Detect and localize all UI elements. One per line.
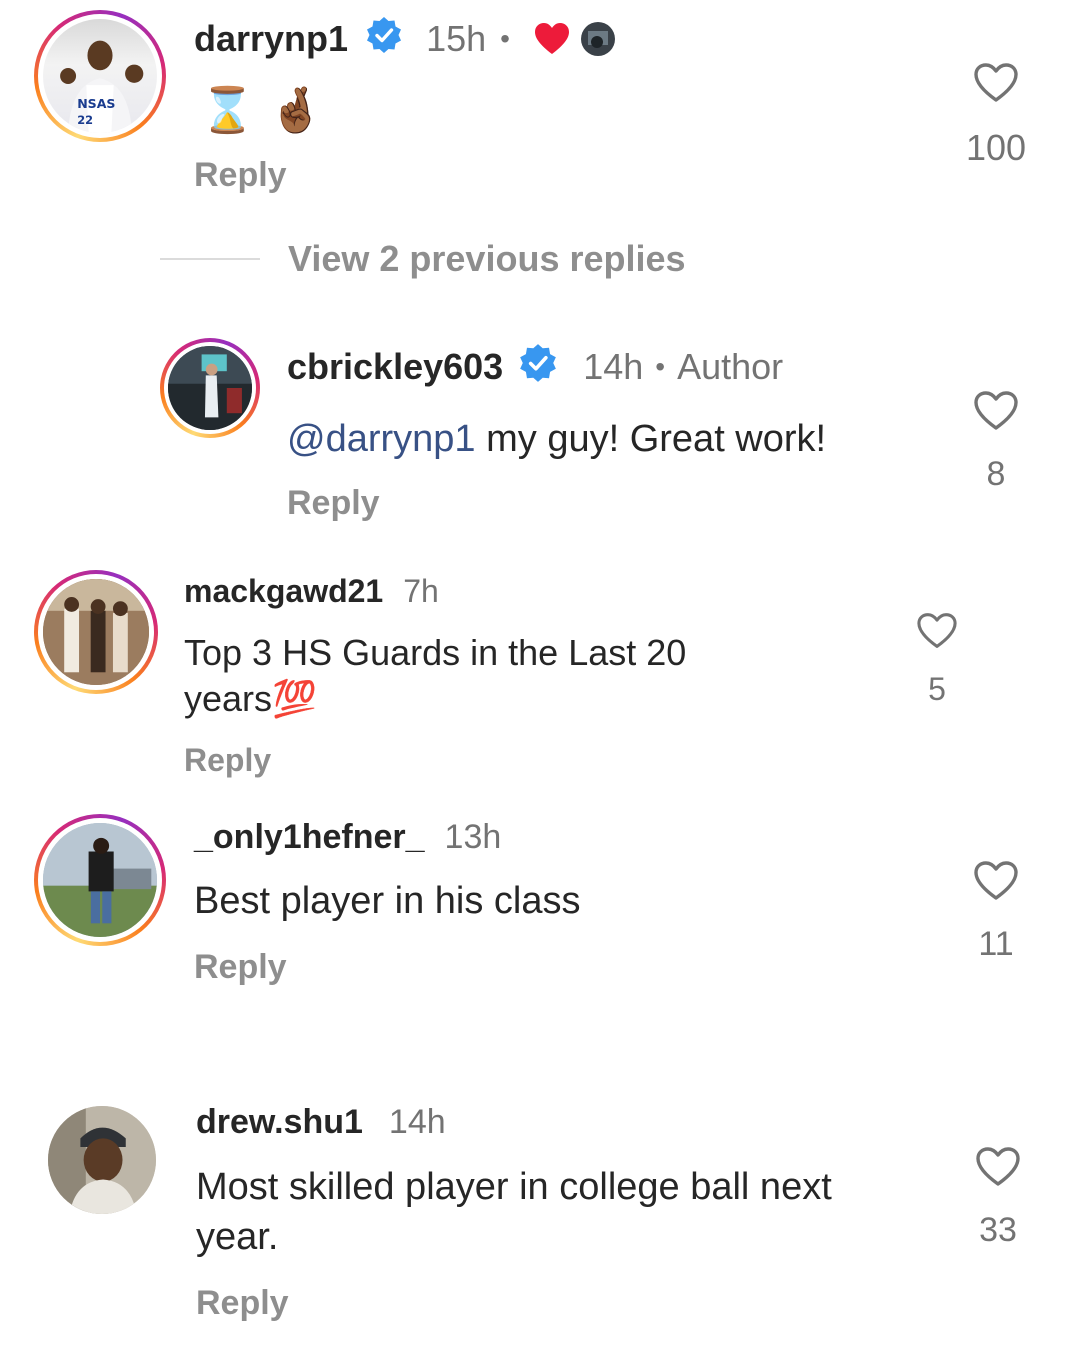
timestamp: 14h xyxy=(388,1102,446,1141)
like-button[interactable]: 33 xyxy=(962,1146,1034,1250)
like-button[interactable]: 8 xyxy=(960,390,1032,494)
comment-text: Best player in his class xyxy=(194,880,581,922)
separator-dot: • xyxy=(500,23,510,54)
username[interactable]: mackgawd21 xyxy=(184,573,383,610)
timestamp: 15h xyxy=(426,18,487,59)
like-count: 8 xyxy=(986,455,1006,493)
avatar-story-ring[interactable] xyxy=(160,338,260,438)
comment-line-2: years💯 xyxy=(184,678,317,719)
username[interactable]: darrynp1 xyxy=(194,18,348,60)
like-button[interactable]: 5 xyxy=(904,612,970,708)
verified-badge-icon xyxy=(364,15,404,64)
heart-outline-icon[interactable] xyxy=(916,612,958,655)
svg-text:NSAS: NSAS xyxy=(77,96,115,111)
timestamp: 7h xyxy=(403,572,439,609)
like-count: 100 xyxy=(965,127,1027,168)
reply-button[interactable]: Reply xyxy=(194,156,287,195)
avatar-story-ring[interactable] xyxy=(34,570,158,694)
like-count: 33 xyxy=(979,1211,1017,1249)
verified-badge-icon xyxy=(517,342,559,393)
username[interactable]: drew.shu1 xyxy=(196,1103,363,1142)
author-badge: Author xyxy=(677,346,784,387)
comment-line-1: Most skilled player in college ball next xyxy=(196,1166,832,1208)
avatar xyxy=(43,579,149,685)
reply-button[interactable]: Reply xyxy=(287,484,380,523)
avatar-story-ring[interactable]: NSAS 22 xyxy=(34,10,166,142)
comment-line-1: Top 3 HS Guards in the Last 20 xyxy=(184,632,687,673)
heart-outline-icon[interactable] xyxy=(973,62,1019,109)
avatar[interactable] xyxy=(48,1106,156,1214)
like-count: 11 xyxy=(978,925,1014,963)
reply-button[interactable]: Reply xyxy=(194,948,287,987)
like-button[interactable]: 11 xyxy=(960,860,1032,964)
username[interactable]: _only1hefner_ xyxy=(194,818,425,857)
mention-link[interactable]: @darrynp1 xyxy=(287,418,476,460)
divider-line xyxy=(160,258,260,260)
heart-outline-icon[interactable] xyxy=(973,390,1019,437)
reply-button[interactable]: Reply xyxy=(184,742,271,779)
view-previous-replies[interactable]: View 2 previous replies xyxy=(160,238,686,280)
like-button[interactable]: 100 xyxy=(960,62,1032,169)
timestamp: 13h xyxy=(444,817,502,856)
view-replies-label[interactable]: View 2 previous replies xyxy=(288,238,686,280)
comment-body: my guy! Great work! xyxy=(475,418,827,460)
avatar: NSAS 22 xyxy=(43,19,157,133)
comment-line-2: year. xyxy=(196,1216,279,1258)
like-count: 5 xyxy=(928,671,946,707)
separator-dot: • xyxy=(655,351,666,382)
avatar-story-ring[interactable] xyxy=(34,814,166,946)
avatar xyxy=(43,823,157,937)
comment-text: Top 3 HS Guards in the Last 20 years💯 xyxy=(184,630,686,722)
comment-text: ⌛ 🤞🏾 xyxy=(200,85,324,136)
heart-filled-icon xyxy=(534,22,570,56)
comment-text: @darrynp1 my guy! Great work! xyxy=(287,418,826,461)
avatar xyxy=(168,346,252,430)
timestamp: 14h xyxy=(583,346,644,387)
author-avatar-small xyxy=(580,21,616,57)
username[interactable]: cbrickley603 xyxy=(287,346,503,388)
heart-outline-icon[interactable] xyxy=(973,860,1019,907)
svg-text:22: 22 xyxy=(77,113,93,127)
reply-button[interactable]: Reply xyxy=(196,1284,289,1323)
comment-text: Most skilled player in college ball next… xyxy=(196,1162,832,1262)
heart-outline-icon[interactable] xyxy=(975,1146,1021,1193)
